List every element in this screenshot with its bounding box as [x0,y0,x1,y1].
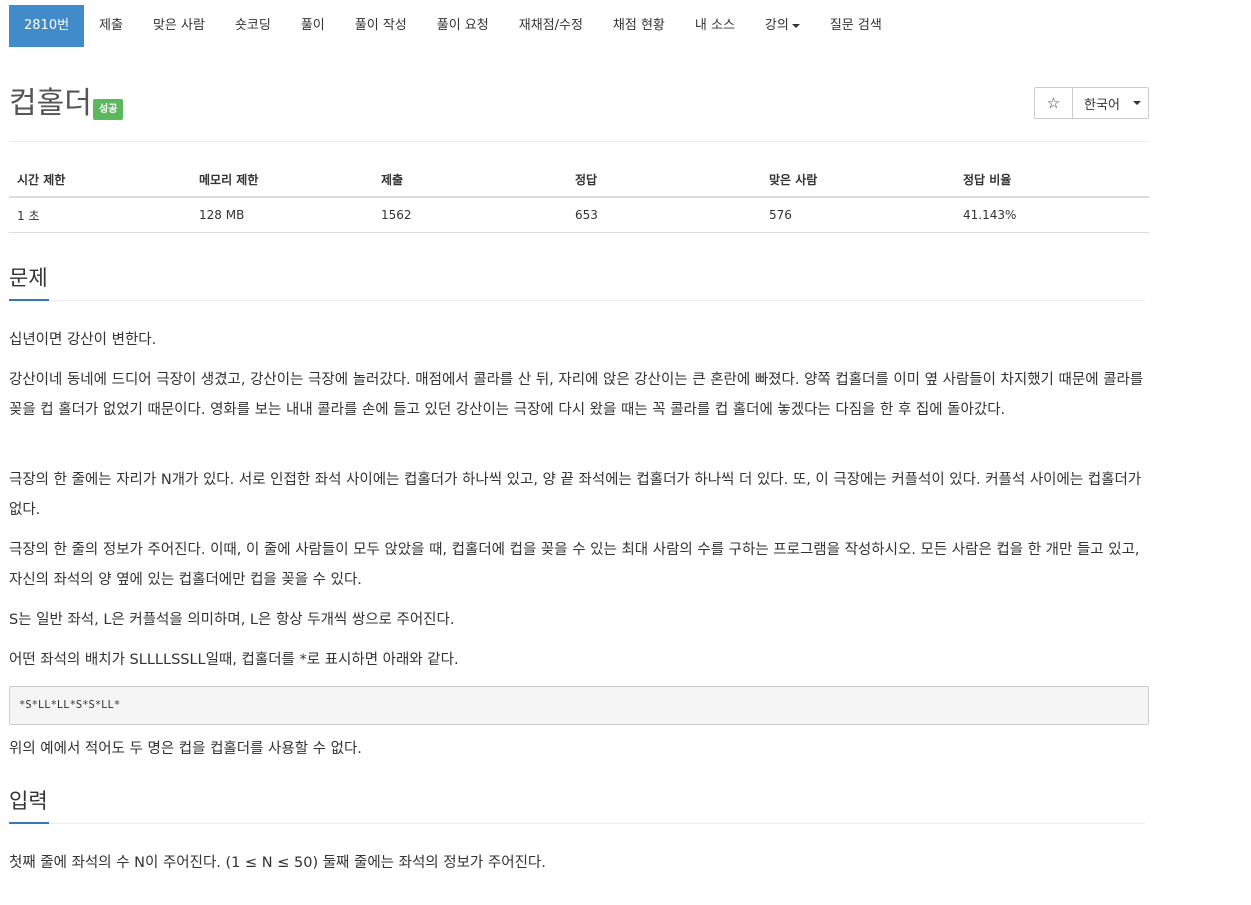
header-accept-ratio: 정답 비율 [955,163,1149,198]
section-accent-bar [9,822,49,824]
header-memory-limit: 메모리 제한 [191,163,373,198]
cell-accept-ratio: 41.143% [955,197,1149,233]
problem-paragraph: 극장의 한 줄의 정보가 주어진다. 이때, 이 줄에 사람들이 모두 앉았을 … [9,542,1140,588]
nav-rejudge[interactable]: 재채점/수정 [504,5,598,47]
language-label: 한국어 [1084,97,1120,113]
header-submissions: 제출 [373,163,567,198]
cell-submissions: 1562 [373,197,567,233]
input-paragraph: 첫째 줄에 좌석의 수 N이 주어진다. (1 ≤ N ≤ 50) 둘째 줄에는… [9,855,546,871]
nav-short-coding[interactable]: 숏코딩 [220,5,286,47]
nav-my-source[interactable]: 내 소스 [680,5,750,47]
nav-solution[interactable]: 풀이 [286,5,340,47]
problem-paragraph: 십년이면 강산이 변한다. [9,332,157,348]
language-dropdown[interactable]: 한국어 [1073,87,1149,119]
problem-paragraph: 극장의 한 줄에는 자리가 N개가 있다. 서로 인접한 좌석 사이에는 컵홀더… [9,472,1142,518]
nav-submit[interactable]: 제출 [84,5,138,47]
problem-paragraph: 강산이네 동네에 드디어 극장이 생겼고, 강산이는 극장에 놀러갔다. 매점에… [9,372,1144,418]
code-example: *S*LL*LL*S*S*LL* [9,686,1149,725]
problem-page: 2810번 제출 맞은 사람 숏코딩 풀이 풀이 작성 풀이 요청 재채점/수정… [0,0,1251,905]
caret-down-icon [791,23,800,28]
section-problem-title: 문제 [9,266,48,290]
nav-status[interactable]: 채점 현황 [598,5,680,47]
cell-time-limit: 1 초 [9,197,191,233]
nav-solved-users[interactable]: 맞은 사람 [138,5,220,47]
nav-lecture-dropdown[interactable]: 강의 [750,5,815,47]
section-accent-bar [9,299,49,301]
problem-paragraph: S는 일반 좌석, L은 커플석을 의미하며, L은 항상 두개씩 쌍으로 주어… [9,612,455,628]
problem-info-table: 시간 제한 메모리 제한 제출 정답 맞은 사람 정답 비율 1 초 128 M… [9,163,1149,233]
problem-title: 컵홀더 [9,86,92,121]
problem-nav: 2810번 제출 맞은 사람 숏코딩 풀이 풀이 작성 풀이 요청 재채점/수정… [9,5,897,47]
caret-down-icon [1132,101,1141,105]
header-time-limit: 시간 제한 [9,163,191,198]
header-solved-users: 맞은 사람 [761,163,955,198]
table-header-row: 시간 제한 메모리 제한 제출 정답 맞은 사람 정답 비율 [9,163,1149,198]
star-button[interactable]: ☆ [1034,87,1073,119]
section-divider [9,823,1145,824]
cell-solved-users: 576 [761,197,955,233]
nav-request-solution[interactable]: 풀이 요청 [422,5,504,47]
nav-problem-number[interactable]: 2810번 [9,5,85,47]
status-badge: 성공 [93,99,124,120]
problem-paragraph: 위의 예에서 적어도 두 명은 컵을 컵홀더를 사용할 수 없다. [9,741,362,757]
cell-accepted: 653 [567,197,761,233]
header-accepted: 정답 [567,163,761,198]
section-divider [9,300,1145,301]
nav-write-solution[interactable]: 풀이 작성 [340,5,422,47]
title-divider [9,141,1149,142]
star-icon: ☆ [1046,94,1061,112]
nav-lecture-label: 강의 [764,18,789,33]
table-row: 1 초 128 MB 1562 653 576 41.143% [9,197,1149,233]
title-actions: ☆ 한국어 [1034,87,1149,119]
section-input-title: 입력 [9,789,48,813]
cell-memory-limit: 128 MB [191,197,373,233]
problem-paragraph: 어떤 좌석의 배치가 SLLLLSSLL일때, 컵홀더를 *로 표시하면 아래와… [9,652,459,668]
nav-question-search[interactable]: 질문 검색 [815,5,897,47]
